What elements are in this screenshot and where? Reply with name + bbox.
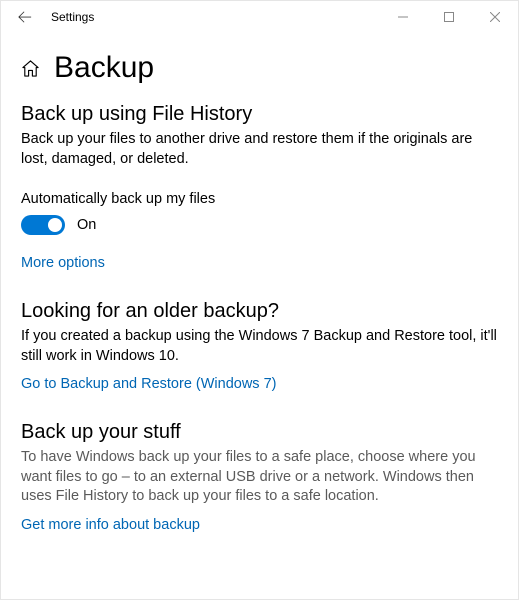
window-title: Settings	[51, 10, 94, 24]
minimize-icon	[398, 12, 408, 22]
page-title: Backup	[54, 51, 154, 85]
window-controls	[380, 1, 518, 33]
back-button[interactable]	[9, 1, 41, 33]
home-button[interactable]	[21, 59, 40, 78]
section-heading: Back up your stuff	[21, 421, 498, 444]
section-description: If you created a backup using the Window…	[21, 327, 498, 366]
toggle-label: Automatically back up my files	[21, 191, 498, 207]
close-button[interactable]	[472, 1, 518, 33]
toggle-knob-icon	[48, 218, 62, 232]
toggle-row: On	[21, 215, 498, 235]
toggle-block: Automatically back up my files On	[21, 191, 498, 235]
more-options-link[interactable]: More options	[21, 255, 105, 271]
maximize-button[interactable]	[426, 1, 472, 33]
section-file-history: Back up using File History Back up your …	[21, 103, 498, 272]
minimize-button[interactable]	[380, 1, 426, 33]
content-area: Back up using File History Back up your …	[1, 95, 518, 534]
section-older-backup: Looking for an older backup? If you crea…	[21, 300, 498, 393]
auto-backup-toggle[interactable]	[21, 215, 65, 235]
backup-restore-win7-link[interactable]: Go to Backup and Restore (Windows 7)	[21, 376, 276, 392]
home-icon	[21, 59, 40, 78]
section-heading: Back up using File History	[21, 103, 498, 126]
page-header: Backup	[1, 33, 518, 95]
back-arrow-icon	[18, 10, 32, 24]
maximize-icon	[444, 12, 454, 22]
section-description: Back up your files to another drive and …	[21, 130, 498, 169]
section-backup-stuff: Back up your stuff To have Windows back …	[21, 421, 498, 534]
section-description: To have Windows back up your files to a …	[21, 448, 498, 507]
section-heading: Looking for an older backup?	[21, 300, 498, 323]
toggle-state-label: On	[77, 217, 96, 233]
close-icon	[490, 12, 500, 22]
more-info-backup-link[interactable]: Get more info about backup	[21, 517, 200, 533]
titlebar: Settings	[1, 1, 518, 33]
